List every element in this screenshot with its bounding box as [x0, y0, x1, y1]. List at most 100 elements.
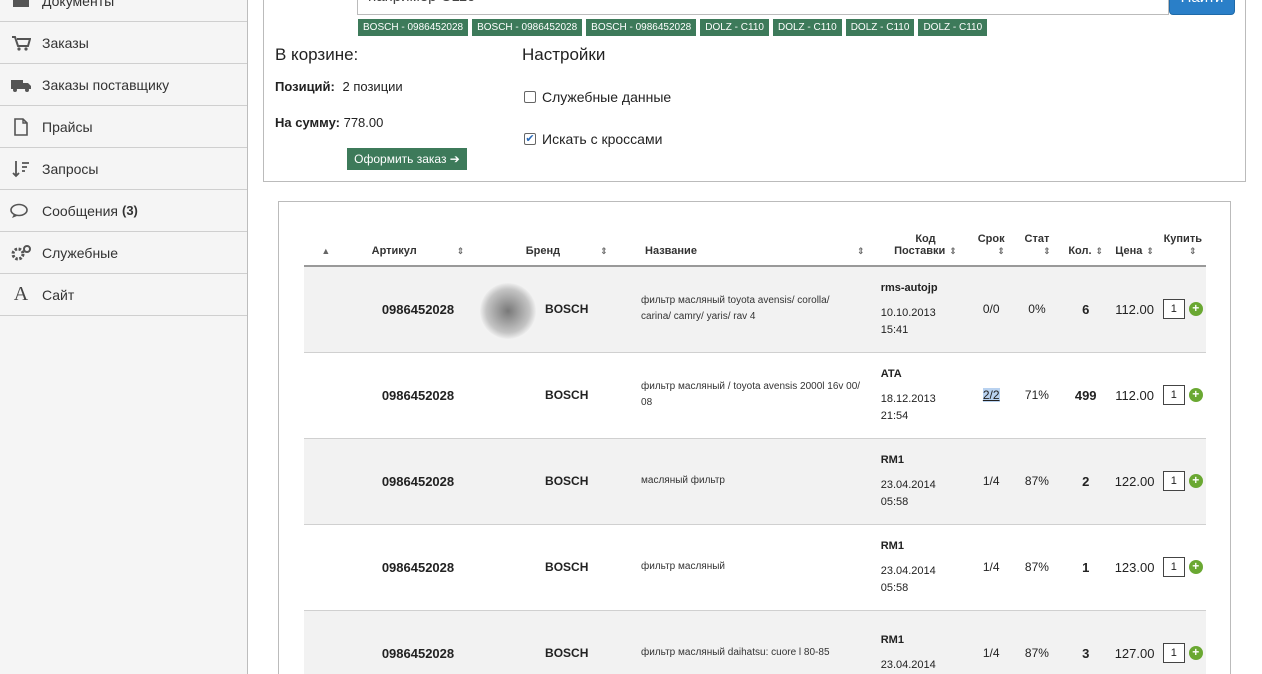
- file-icon: [10, 117, 32, 137]
- history-tag[interactable]: DOLZ - C110: [700, 19, 769, 36]
- history-tag[interactable]: BOSCH - 0986452028: [358, 19, 469, 36]
- find-button[interactable]: Найти: [1169, 0, 1235, 15]
- column-price[interactable]: Цена ⇕: [1109, 218, 1160, 267]
- search-cross-label: Искать с кроссами: [542, 131, 663, 147]
- cursor-highlight: [480, 283, 536, 339]
- sort-column-header[interactable]: ▲: [304, 218, 344, 267]
- supply-cell: RM1 23.04.2014: [880, 610, 971, 674]
- search-cross-checkbox[interactable]: ✔ Искать с кроссами: [524, 131, 662, 147]
- brand-cell: BOSCH: [492, 438, 642, 525]
- term-cell: 0/0: [970, 266, 1013, 353]
- column-buy[interactable]: Купить ⇕: [1159, 218, 1206, 267]
- name-cell: фильтр масляный daihatsu: cuore l 80-85: [641, 610, 881, 674]
- buy-quantity-input[interactable]: 1: [1162, 557, 1185, 577]
- table-row[interactable]: 0986452028 BOSCH фильтр масляный / toyot…: [304, 352, 1206, 439]
- name-cell: фильтр масляный / toyota avensis 2000l 1…: [641, 352, 881, 439]
- buy-quantity-input[interactable]: 1: [1162, 299, 1185, 320]
- price-cell: 127.00: [1109, 610, 1160, 674]
- column-article[interactable]: Артикул ⇕: [343, 218, 493, 267]
- table-row[interactable]: 0986452028 BOSCH фильтр масляный toyota …: [304, 266, 1206, 353]
- column-brand[interactable]: Бренд ⇕: [492, 218, 642, 267]
- sidebar-item-label: Запросы: [42, 160, 99, 177]
- supply-time: 21:54: [880, 409, 909, 422]
- buy-quantity-input[interactable]: 1: [1162, 471, 1185, 491]
- buy-cell: 1 +: [1159, 610, 1206, 674]
- sidebar-item-label: Документы: [42, 0, 115, 9]
- term-cell: 2/2: [970, 352, 1013, 439]
- supplier-name: RM1: [880, 539, 904, 552]
- article-cell: 0986452028: [343, 266, 493, 353]
- cart-positions-label: Позиций:: [275, 79, 335, 94]
- stat-cell: 87%: [1012, 610, 1062, 674]
- search-input[interactable]: например C110: [357, 0, 1169, 15]
- settings-title: Настройки: [522, 45, 606, 64]
- add-to-cart-icon[interactable]: +: [1188, 302, 1203, 317]
- buy-quantity-input[interactable]: 1: [1162, 643, 1185, 663]
- column-term[interactable]: Срок ⇕: [970, 218, 1013, 267]
- supplier-name: RM1: [880, 453, 904, 466]
- sidebar-item-prices[interactable]: Прайсы: [0, 106, 247, 148]
- table-row[interactable]: 0986452028 BOSCH фильтр масляный daihats…: [304, 610, 1206, 674]
- name-cell: фильтр масляный: [641, 524, 881, 611]
- cart-title: В корзине:: [275, 45, 359, 64]
- sort-icon: [10, 159, 32, 179]
- add-to-cart-icon[interactable]: +: [1188, 560, 1203, 574]
- column-label: Артикул: [371, 245, 417, 257]
- sidebar-item-label: Заказы поставщику: [42, 76, 170, 93]
- column-stat[interactable]: Стат ⇕: [1012, 218, 1062, 267]
- sort-icon: ⇕: [1189, 246, 1197, 256]
- supply-cell: RM1 23.04.2014 05:58: [880, 524, 971, 611]
- cart-sum-value: 778.00: [343, 115, 384, 130]
- cart-positions: Позиций: 2 позиции: [275, 79, 403, 94]
- article-cell: 0986452028: [343, 352, 493, 439]
- buy-cell: 1 +: [1159, 524, 1206, 611]
- sidebar-item-requests[interactable]: Запросы: [0, 148, 247, 190]
- checkbox-unchecked[interactable]: [524, 91, 536, 103]
- supplier-name: ATA: [880, 367, 902, 380]
- sidebar-item-service[interactable]: Служебные: [0, 232, 247, 274]
- price-cell: 112.00: [1109, 352, 1160, 439]
- cart-icon: [10, 33, 32, 53]
- qty-cell: 1: [1061, 524, 1110, 611]
- add-to-cart-icon[interactable]: +: [1188, 646, 1203, 660]
- history-tag[interactable]: DOLZ - C110: [845, 19, 915, 36]
- table-row[interactable]: 0986452028 BOSCH масляный фильтр RM1 23.0…: [304, 438, 1206, 525]
- qty-cell: 499: [1061, 352, 1110, 439]
- add-to-cart-icon[interactable]: +: [1188, 388, 1203, 402]
- sort-icon: ⇕: [1095, 246, 1104, 256]
- sidebar-item-supplier-orders[interactable]: Заказы поставщику: [0, 64, 247, 106]
- column-name[interactable]: Название ⇕: [641, 218, 881, 267]
- service-data-checkbox[interactable]: Служебные данные: [524, 89, 671, 105]
- history-tag[interactable]: DOLZ - C110: [918, 19, 988, 36]
- sidebar-item-label: Заказы: [42, 34, 89, 51]
- sidebar-item-messages[interactable]: Сообщения (3): [0, 190, 247, 232]
- term-cell: 1/4: [970, 610, 1013, 674]
- sidebar-item-site[interactable]: A Сайт: [0, 274, 247, 316]
- sidebar-item-orders[interactable]: Заказы: [0, 22, 247, 64]
- cart-sum: На сумму: 778.00: [275, 115, 383, 130]
- stat-cell: 71%: [1012, 352, 1062, 439]
- term-cell: 1/4: [970, 524, 1013, 611]
- column-label: Купить: [1163, 233, 1202, 245]
- term-link[interactable]: 2/2: [982, 388, 1000, 402]
- supply-time: 15:41: [880, 323, 909, 336]
- table-row[interactable]: 0986452028 BOSCH фильтр масляный RM1 23.0…: [304, 524, 1206, 611]
- buy-quantity-input[interactable]: 1: [1162, 385, 1185, 405]
- checkbox-checked[interactable]: ✔: [524, 133, 536, 145]
- column-qty[interactable]: Кол. ⇕: [1061, 218, 1110, 267]
- column-label: Код: [915, 233, 936, 245]
- buy-cell: 1 +: [1159, 438, 1206, 525]
- sidebar-item-documents[interactable]: Документы: [0, 0, 247, 22]
- article-cell: 0986452028: [343, 610, 493, 674]
- history-tag[interactable]: BOSCH - 0986452028: [586, 19, 697, 36]
- stat-cell: 0%: [1012, 266, 1062, 353]
- stat-cell: 87%: [1012, 438, 1062, 525]
- history-tag[interactable]: BOSCH - 0986452028: [472, 19, 583, 36]
- supplier-name: rms-autojp: [880, 281, 938, 294]
- column-supply-code[interactable]: Код Поставки ⇕: [880, 218, 971, 267]
- checkout-button[interactable]: Оформить заказ ➔: [347, 148, 467, 170]
- table-header-row: ▲ Артикул ⇕ Бренд ⇕ Название ⇕ Код Поставки ⇕…: [304, 218, 1206, 267]
- add-to-cart-icon[interactable]: +: [1188, 474, 1203, 488]
- history-tag[interactable]: DOLZ - C110: [772, 19, 842, 36]
- name-cell: масляный фильтр: [641, 438, 881, 525]
